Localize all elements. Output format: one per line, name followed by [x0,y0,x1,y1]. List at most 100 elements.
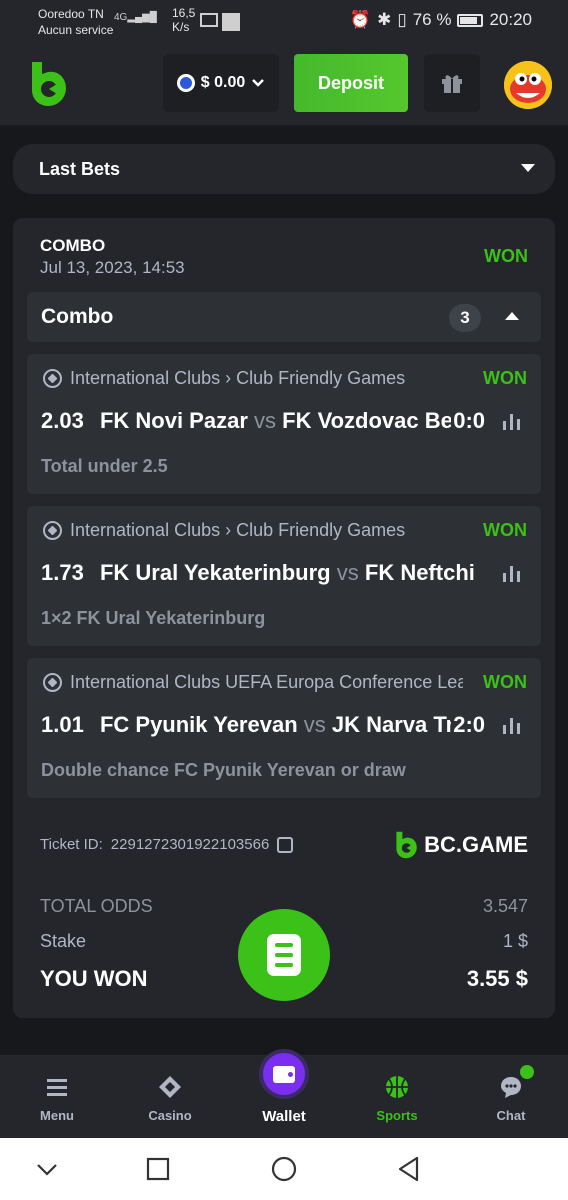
match-score: 2:0 [451,712,485,738]
brand-name: BC.GAME [424,832,528,857]
ticket-id-value: 2291272301922103566 [110,836,270,853]
last-bets-label: Last Bets [39,158,121,179]
combo-label: Combo [41,305,114,328]
caret-down-icon [521,164,535,172]
nav-wallet[interactable]: Wallet [239,1049,329,1139]
vs-label: vs [254,408,277,433]
copy-icon[interactable] [277,836,294,853]
deposit-button[interactable]: Deposit [294,54,408,112]
leg-status-badge: WON [483,368,527,388]
payout-value: 3.55 $ [466,966,528,991]
betslip-button[interactable] [238,909,330,1001]
status-bar: Ooredoo TN Aucun service 4G▂▄▆█ 16,5 K/s… [0,0,568,44]
leg-market: Double chance FC Pyunik Yerevan or draw [41,760,406,780]
carrier-info: Ooredoo TN Aucun service [38,6,113,38]
betslip-icon [267,934,301,976]
leg-match: 1.73 FK Ural Yekaterinburg vs FK Neftchi [41,560,481,586]
league-name: International Clubs UEFA Europa Conferen… [70,672,463,692]
nav-menu[interactable]: Menu [12,1055,102,1139]
last-bets-dropdown[interactable]: Last Bets [13,144,555,194]
bet-type: COMBO [40,236,106,255]
vs-label: vs [303,712,326,737]
basketball-icon [386,1076,408,1098]
chevron-down-icon[interactable] [34,1156,60,1182]
back-triangle-icon[interactable] [396,1156,422,1182]
casino-icon [159,1076,181,1098]
nav-chat-label: Chat [496,1108,526,1123]
leg-match: 1.01 FC Pyunik Yerevan vs JK Narva Trans [41,712,481,738]
soccer-ball-icon [43,369,62,388]
leg-odds: 1.73 [41,560,84,585]
wallet-icon [259,1049,309,1099]
bet-leg[interactable]: International Clubs UEFA Europa Conferen… [27,658,541,798]
soccer-ball-icon [43,521,62,540]
leg-league: International Clubs › Club Friendly Game… [43,368,463,389]
stats-icon[interactable] [503,566,521,582]
battery-icon [457,13,484,27]
notification-icon [222,13,240,31]
payout-label: YOU WON [40,966,148,991]
mail-icon [200,13,218,27]
signal-icon: 4G▂▄▆█ [114,12,157,23]
network-speed: 16,5 K/s [172,6,195,34]
stake-label: Stake [40,931,87,951]
app-header: $ 0.00 Deposit [0,44,568,126]
bottom-nav: Menu Casino Wallet Sports Chat [0,1049,568,1139]
clock: 20:20 [489,10,532,29]
menu-icon [47,1079,67,1096]
usd-coin-icon [176,74,195,92]
leg-status-badge: WON [483,672,527,692]
vs-label: vs [336,560,359,585]
leg-status-badge: WON [483,520,527,540]
gift-icon [442,75,462,93]
home-team: FK Novi Pazar [99,408,248,433]
match-score: 0:0 [451,408,485,434]
bet-leg[interactable]: International Clubs › Club Friendly Game… [27,354,541,494]
bc-logo-icon[interactable] [28,60,68,108]
carrier-name: Ooredoo TN [38,7,104,21]
leg-odds: 1.01 [41,712,84,737]
stats-icon[interactable] [503,718,521,734]
leg-count-badge: 3 [449,304,481,332]
system-nav-bar [0,1138,568,1200]
home-circle-icon[interactable] [271,1156,297,1182]
alarm-icon: ⏰ [349,10,372,29]
chevron-down-icon [252,79,265,87]
caret-up-icon [505,312,519,320]
nav-casino[interactable]: Casino [125,1055,215,1139]
bet-date: Jul 13, 2023, 14:53 [40,258,185,277]
avatar[interactable] [504,61,552,109]
status-right: ⏰ ✱ ▯ 76 % 20:20 [350,10,532,30]
carrier-status: Aucun service [38,23,114,37]
nav-chat[interactable]: Chat [466,1055,556,1139]
speed-unit: K/s [172,20,190,34]
balance-selector[interactable]: $ 0.00 [163,54,279,112]
chat-icon [501,1077,521,1098]
bet-leg[interactable]: International Clubs › Club Friendly Game… [27,506,541,646]
bc-game-brand: BC.GAME [394,830,528,860]
home-team: FK Ural Yekaterinburg [99,560,331,585]
combo-toggle[interactable]: Combo 3 [27,292,541,342]
recents-square-icon[interactable] [145,1156,171,1182]
bluetooth-icon: ✱ [377,10,392,29]
leg-league: International Clubs › Club Friendly Game… [43,520,463,541]
nav-menu-label: Menu [40,1108,74,1123]
total-odds-value: 3.547 [482,896,528,916]
league-name: International Clubs › Club Friendly Game… [70,520,406,540]
bc-logo-icon [396,831,417,859]
gift-button[interactable] [424,54,480,112]
leg-market: 1×2 FK Ural Yekaterinburg [41,608,266,628]
speed-value: 16,5 [172,6,196,20]
nav-wallet-label: Wallet [262,1108,306,1125]
stats-icon[interactable] [503,414,521,430]
vibrate-icon: ▯ [397,10,407,29]
bet-status-badge: WON [484,246,528,266]
online-indicator [520,1065,534,1079]
league-name: International Clubs › Club Friendly Game… [70,368,406,388]
battery-level: 76 % [412,10,452,29]
dino-avatar-icon [504,61,552,109]
home-team: FC Pyunik Yerevan [99,712,298,737]
away-team: FK Neftchi [364,560,475,585]
nav-sports[interactable]: Sports [352,1055,442,1139]
nav-sports-label: Sports [376,1108,418,1123]
